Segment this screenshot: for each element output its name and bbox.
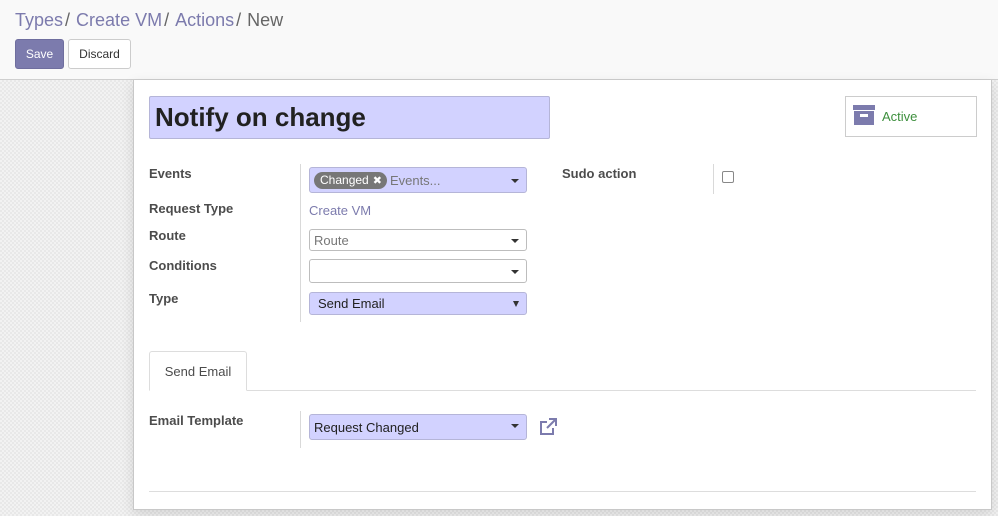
tag-label: Changed (320, 173, 369, 187)
form-bottom-divider (149, 491, 976, 492)
breadcrumb-types[interactable]: Types (15, 10, 63, 30)
tab-bar-line (149, 390, 976, 391)
sudo-action-checkbox[interactable] (722, 171, 734, 183)
breadcrumb-separator: / (236, 10, 242, 30)
route-label: Route (149, 228, 186, 243)
chevron-down-icon[interactable] (511, 179, 519, 183)
chevron-down-icon[interactable] (511, 239, 519, 243)
breadcrumb-current: New (247, 10, 284, 30)
route-placeholder: Route (314, 232, 349, 248)
conditions-label: Conditions (149, 258, 217, 273)
field-divider (300, 164, 301, 322)
events-label: Events (149, 166, 192, 181)
route-select[interactable]: Route (309, 229, 527, 251)
close-icon[interactable]: ✖ (373, 174, 382, 187)
type-value: Send Email (318, 296, 385, 311)
email-template-label: Email Template (149, 413, 244, 428)
tag-changed: Changed ✖ (314, 171, 387, 189)
breadcrumb-actions[interactable]: Actions (175, 10, 234, 30)
name-input[interactable]: Notify on change (149, 96, 550, 139)
breadcrumb-separator: / (164, 10, 170, 30)
request-type-label: Request Type (149, 201, 234, 216)
events-select[interactable]: Changed ✖ Events... (309, 167, 527, 193)
save-button[interactable]: Save (15, 39, 64, 69)
archive-box-icon (853, 104, 875, 129)
conditions-select[interactable] (309, 259, 527, 283)
request-type-link[interactable]: Create VM (309, 203, 371, 218)
field-divider (300, 411, 301, 448)
chevron-down-icon[interactable] (511, 270, 519, 274)
field-divider (713, 164, 714, 194)
active-toggle-button[interactable]: Active (845, 96, 977, 137)
breadcrumb-separator: / (65, 10, 71, 30)
chevron-down-icon[interactable] (511, 424, 519, 428)
caret-down-icon[interactable] (513, 301, 519, 307)
sudo-action-label: Sudo action (562, 166, 637, 181)
form-sheet: Notify on change Active Events Request T… (133, 80, 992, 510)
discard-button[interactable]: Discard (68, 39, 131, 69)
control-panel: Types / Create VM / Actions / New Save Discard (0, 0, 998, 80)
breadcrumb-create-vm[interactable]: Create VM (76, 10, 162, 30)
external-link-icon[interactable] (538, 417, 558, 440)
breadcrumb: Types / Create VM / Actions / New (15, 10, 283, 31)
events-placeholder: Events... (389, 172, 441, 188)
tab-send-email[interactable]: Send Email (149, 351, 247, 391)
email-template-value: Request Changed (314, 419, 419, 435)
active-label: Active (882, 109, 918, 124)
type-label: Type (149, 291, 179, 306)
type-select[interactable]: Send Email (309, 292, 527, 315)
email-template-select[interactable]: Request Changed (309, 414, 527, 440)
